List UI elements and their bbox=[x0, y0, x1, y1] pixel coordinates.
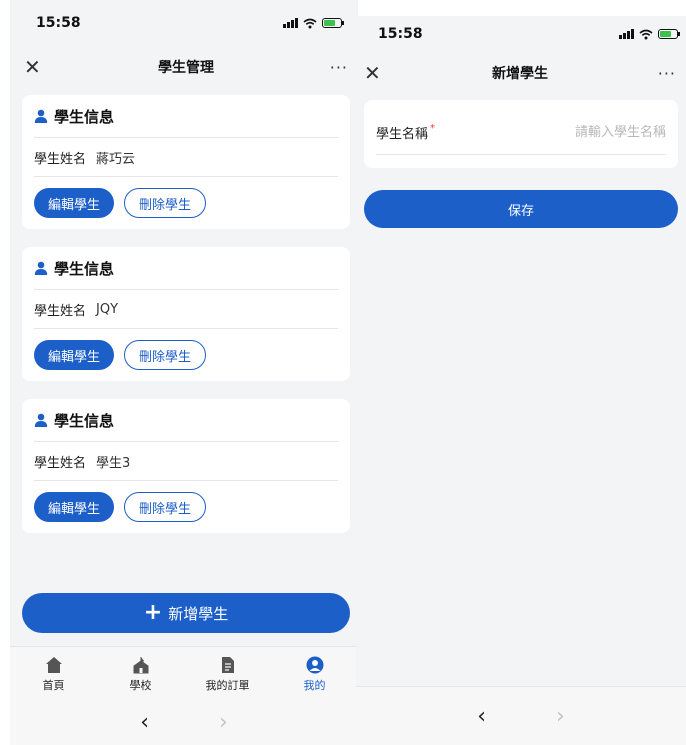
tab-label: 我的 bbox=[303, 679, 326, 692]
tab-school[interactable]: 學校 bbox=[111, 656, 171, 693]
delete-student-button[interactable]: 刪除學生 bbox=[124, 492, 207, 522]
wifi-icon bbox=[639, 29, 653, 39]
status-time: 15:58 bbox=[378, 26, 423, 42]
back-icon[interactable]: ‹ bbox=[140, 710, 149, 735]
forward-icon[interactable]: › bbox=[556, 704, 565, 729]
system-icons bbox=[283, 18, 344, 29]
required-mark: * bbox=[430, 122, 436, 134]
card-header: 學生信息 bbox=[34, 247, 338, 290]
close-icon[interactable]: ✕ bbox=[24, 55, 54, 79]
forward-icon[interactable]: › bbox=[219, 710, 228, 735]
student-management-screen: 15:58 ✕ 學生管理 ··· 學生信息 學生姓名 蔣巧云 編輯學生 刪除學生… bbox=[10, 0, 358, 745]
signal-icon bbox=[283, 18, 298, 28]
edit-student-button[interactable]: 編輯學生 bbox=[34, 340, 115, 370]
student-name-label: 學生姓名 bbox=[34, 151, 87, 167]
school-icon bbox=[133, 657, 148, 674]
person-icon bbox=[34, 109, 48, 123]
person-icon bbox=[34, 261, 48, 275]
back-icon[interactable]: ‹ bbox=[477, 704, 486, 729]
nav-bar: ✕ 新增學生 ··· bbox=[356, 52, 686, 94]
student-name-row: 學生姓名 蔣巧云 bbox=[34, 138, 338, 177]
field-label-text: 學生名稱 bbox=[376, 126, 429, 142]
student-name-value: 學生3 bbox=[96, 455, 131, 471]
close-icon[interactable]: ✕ bbox=[364, 61, 394, 85]
tab-label: 學校 bbox=[129, 679, 152, 692]
student-name-label: 學生姓名 bbox=[34, 303, 87, 319]
status-bar: 15:58 bbox=[356, 16, 686, 52]
tab-profile[interactable]: 我的 bbox=[285, 656, 345, 693]
more-icon[interactable]: ··· bbox=[318, 58, 348, 77]
card-header-label: 學生信息 bbox=[54, 107, 115, 126]
card-actions: 編輯學生 刪除學生 bbox=[22, 329, 350, 381]
student-name-value: 蔣巧云 bbox=[96, 151, 136, 167]
card-actions: 編輯學生 刪除學生 bbox=[22, 177, 350, 229]
tab-label: 我的訂單 bbox=[205, 679, 250, 692]
edit-student-button[interactable]: 編輯學生 bbox=[34, 188, 115, 218]
student-card: 學生信息 學生姓名 JQY 編輯學生 刪除學生 bbox=[22, 247, 350, 381]
signal-icon bbox=[619, 29, 634, 39]
battery-icon bbox=[322, 18, 344, 28]
page-title: 學生管理 bbox=[158, 60, 214, 76]
tab-bar: 首頁 學校 我的訂單 我的 bbox=[10, 646, 358, 702]
status-bar: 15:58 bbox=[10, 0, 358, 46]
delete-student-button[interactable]: 刪除學生 bbox=[124, 188, 207, 218]
browser-nav: ‹ › bbox=[356, 686, 686, 745]
student-name-field-label: 學生名稱 * bbox=[376, 123, 435, 142]
student-name-field-row: 學生名稱 * bbox=[376, 110, 666, 155]
wifi-icon bbox=[303, 18, 317, 28]
student-card: 學生信息 學生姓名 學生3 編輯學生 刪除學生 bbox=[22, 399, 350, 533]
card-header: 學生信息 bbox=[34, 95, 338, 138]
tab-label: 首頁 bbox=[42, 679, 65, 692]
nav-bar: ✕ 學生管理 ··· bbox=[10, 46, 358, 88]
home-icon bbox=[45, 657, 62, 673]
person-icon bbox=[34, 413, 48, 427]
page-title: 新增學生 bbox=[492, 66, 548, 82]
browser-nav: ‹ › bbox=[10, 700, 358, 745]
save-button[interactable]: 保存 bbox=[364, 190, 678, 228]
delete-student-button[interactable]: 刪除學生 bbox=[124, 340, 207, 370]
system-icons bbox=[619, 29, 680, 40]
student-name-value: JQY bbox=[96, 301, 119, 317]
card-header-label: 學生信息 bbox=[54, 259, 115, 278]
tab-orders[interactable]: 我的訂單 bbox=[198, 656, 258, 693]
student-form: 學生名稱 * bbox=[364, 100, 678, 168]
status-time: 15:58 bbox=[36, 15, 81, 31]
card-actions: 編輯學生 刪除學生 bbox=[22, 481, 350, 533]
student-name-input[interactable] bbox=[516, 124, 666, 140]
add-student-button[interactable]: + 新增學生 bbox=[22, 593, 350, 633]
edit-student-button[interactable]: 編輯學生 bbox=[34, 492, 115, 522]
battery-icon bbox=[658, 29, 680, 39]
student-name-row: 學生姓名 JQY bbox=[34, 290, 338, 329]
student-name-label: 學生姓名 bbox=[34, 455, 87, 471]
student-name-row: 學生姓名 學生3 bbox=[34, 442, 338, 481]
student-card: 學生信息 學生姓名 蔣巧云 編輯學生 刪除學生 bbox=[22, 95, 350, 229]
add-student-label: 新增學生 bbox=[168, 604, 229, 623]
more-icon[interactable]: ··· bbox=[646, 64, 676, 83]
plus-icon: + bbox=[143, 600, 163, 625]
card-header: 學生信息 bbox=[34, 399, 338, 442]
profile-icon bbox=[306, 656, 323, 674]
tab-home[interactable]: 首頁 bbox=[24, 656, 84, 693]
add-student-screen: 15:58 ✕ 新增學生 ··· 學生名稱* 保存 ‹ › bbox=[356, 16, 686, 745]
card-header-label: 學生信息 bbox=[54, 411, 115, 430]
orders-icon bbox=[221, 657, 234, 673]
